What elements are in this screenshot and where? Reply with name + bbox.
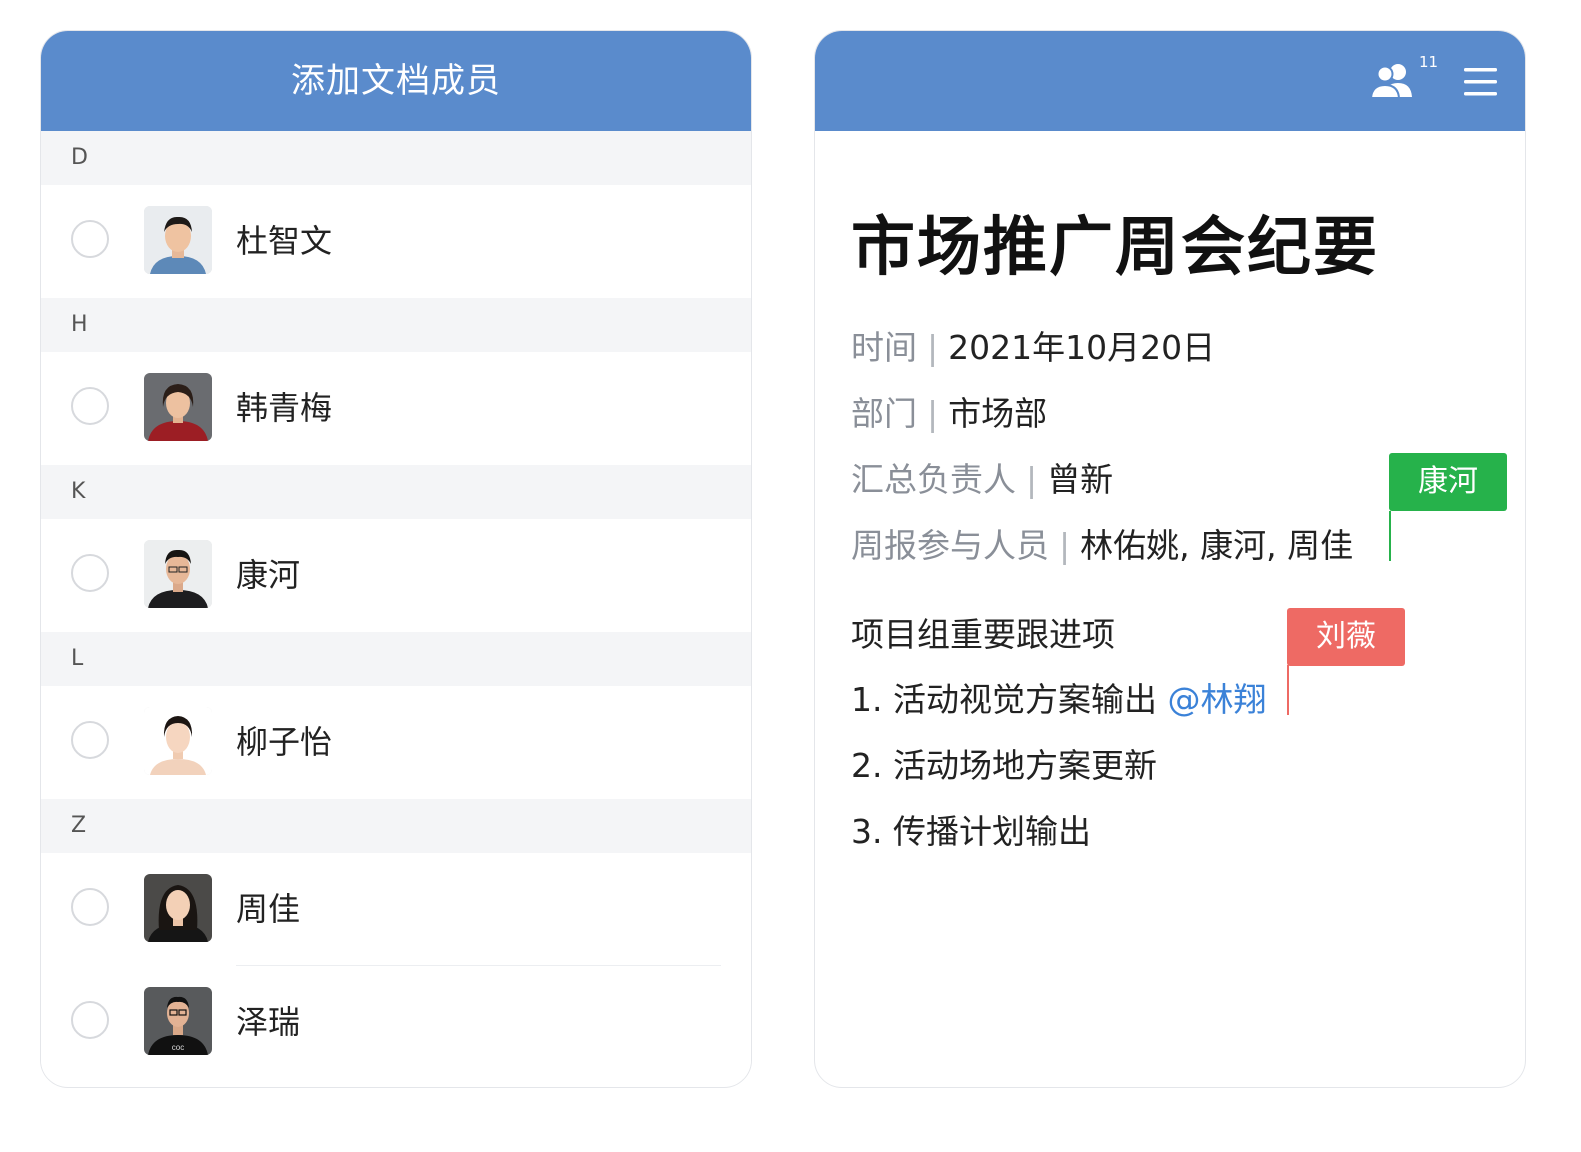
meta-value: 曾新: [1047, 460, 1114, 499]
left-header: 添加文档成员: [41, 31, 751, 131]
meta-value: 市场部: [948, 394, 1048, 433]
select-radio[interactable]: [71, 721, 109, 759]
member-row[interactable]: 周佳: [41, 853, 751, 966]
item-text: 3. 传播计划输出: [851, 812, 1091, 851]
avatar: [144, 373, 212, 441]
member-row[interactable]: 柳子怡: [41, 686, 751, 799]
meta-owner[interactable]: 汇总负责人 | 曾新: [851, 453, 1113, 501]
collaborator-cursor-line: [1389, 511, 1391, 561]
meta-time[interactable]: 时间 | 2021年10月20日: [851, 321, 1215, 369]
member-name: 韩青梅: [236, 389, 333, 427]
group-header-k: K: [41, 465, 751, 519]
list-item[interactable]: 3. 传播计划输出: [851, 805, 1091, 853]
meta-label: 汇总负责人: [851, 460, 1016, 499]
meta-department[interactable]: 部门 | 市场部: [851, 387, 1047, 435]
collaborator-cursor-tag: 刘薇: [1287, 608, 1405, 666]
member-row[interactable]: 康河: [41, 519, 751, 632]
item-text: 1. 活动视觉方案输出: [851, 680, 1168, 719]
meta-participants[interactable]: 周报参与人员 | 林佑姚, 康河, 周佳: [851, 519, 1353, 567]
select-radio[interactable]: [71, 387, 109, 425]
member-list: D 杜智文 H 韩青梅 K 康河 L 柳子怡 Z 周佳 coc 泽瑞: [41, 131, 751, 1079]
group-header-z: Z: [41, 799, 751, 853]
collaborator-cursor-tag: 康河: [1389, 453, 1507, 511]
member-row[interactable]: 韩青梅: [41, 352, 751, 465]
members-count-badge: 11: [1419, 53, 1439, 71]
collaborator-cursor-line: [1287, 665, 1289, 715]
avatar: [144, 206, 212, 274]
meta-label: 部门: [851, 394, 917, 433]
group-header-d: D: [41, 131, 751, 185]
member-row[interactable]: coc 泽瑞: [41, 966, 751, 1079]
meta-separator: |: [927, 328, 939, 367]
panel-title: 添加文档成员: [291, 61, 501, 101]
avatar: [144, 540, 212, 608]
avatar: coc: [144, 987, 212, 1055]
svg-text:coc: coc: [172, 1043, 184, 1052]
select-radio[interactable]: [71, 888, 109, 926]
meta-separator: |: [1059, 526, 1071, 565]
list-item[interactable]: 1. 活动视觉方案输出 @林翔: [851, 673, 1266, 721]
section-title[interactable]: 项目组重要跟进项: [851, 608, 1115, 656]
member-name: 柳子怡: [236, 723, 333, 761]
item-text: 2. 活动场地方案更新: [851, 746, 1157, 785]
document-title[interactable]: 市场推广周会纪要: [851, 196, 1379, 288]
meta-separator: |: [927, 394, 939, 433]
member-name: 杜智文: [236, 222, 333, 260]
select-radio[interactable]: [71, 554, 109, 592]
document-panel: 11 市场推广周会纪要 时间 | 2021年10月20日 部门 | 市场部 汇总负责人 |…: [814, 30, 1526, 1088]
avatar: [144, 874, 212, 942]
member-name: 周佳: [236, 890, 301, 928]
people-icon[interactable]: [1368, 59, 1418, 101]
select-radio[interactable]: [71, 220, 109, 258]
add-member-panel: 添加文档成员 D 杜智文 H 韩青梅 K 康河 L 柳子怡 Z 周佳 coc 泽…: [40, 30, 752, 1088]
meta-separator: |: [1026, 460, 1038, 499]
list-item[interactable]: 2. 活动场地方案更新: [851, 739, 1157, 787]
group-header-l: L: [41, 632, 751, 686]
mention-link[interactable]: @林翔: [1167, 680, 1266, 719]
select-radio[interactable]: [71, 1001, 109, 1039]
member-name: 康河: [236, 556, 301, 594]
right-header: 11: [815, 31, 1525, 131]
meta-value: 2021年10月20日: [948, 328, 1216, 367]
avatar: [144, 707, 212, 775]
meta-value: 林佑姚, 康河, 周佳: [1080, 526, 1354, 565]
group-header-h: H: [41, 298, 751, 352]
meta-label: 周报参与人员: [851, 526, 1049, 565]
member-row[interactable]: 杜智文: [41, 185, 751, 298]
meta-label: 时间: [851, 328, 917, 367]
member-name: 泽瑞: [236, 1003, 301, 1041]
hamburger-menu-icon[interactable]: [1463, 65, 1499, 99]
